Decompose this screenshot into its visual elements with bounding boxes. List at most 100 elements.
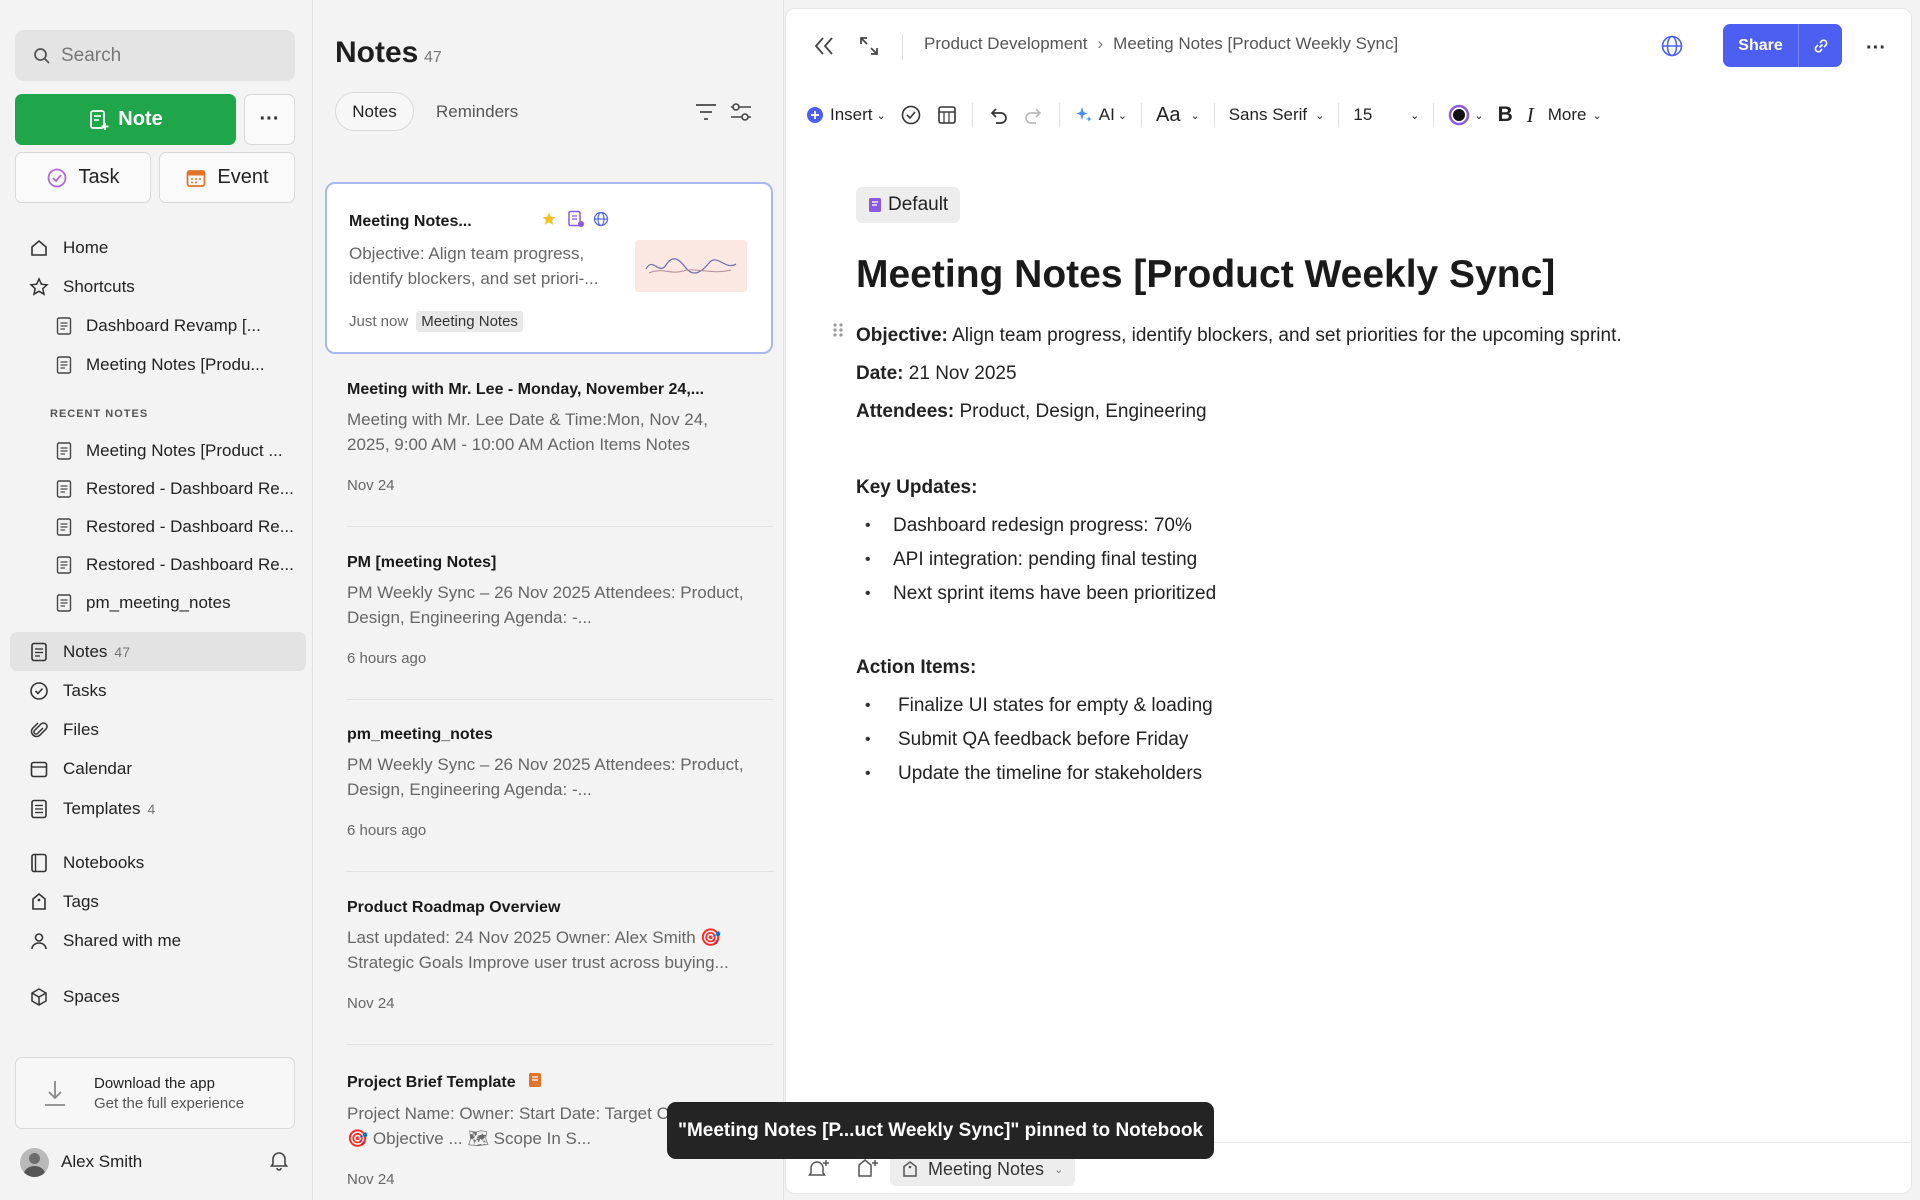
undo-icon[interactable]	[987, 104, 1009, 126]
more-formatting-button[interactable]: More ⌄	[1548, 105, 1602, 125]
new-note-label: Note	[118, 108, 163, 130]
shortcut-item[interactable]: Dashboard Revamp [...	[56, 313, 301, 339]
text-style-button[interactable]: Aa ⌄	[1156, 104, 1200, 127]
filter-icon[interactable]	[694, 100, 718, 129]
note-thumbnail	[635, 240, 747, 292]
objective-line: Objective: Align team progress, identify…	[856, 317, 1856, 355]
globe-icon[interactable]	[1660, 34, 1684, 63]
note-title[interactable]: Meeting Notes [Product Weekly Sync]	[856, 253, 1555, 297]
more-menu-icon[interactable]: ···	[1857, 33, 1895, 63]
bold-icon[interactable]: B	[1498, 103, 1513, 127]
breadcrumb: Product Development › Meeting Notes [Pro…	[924, 34, 1398, 54]
more-options-button[interactable]: ···	[244, 94, 295, 145]
bell-icon[interactable]	[268, 1149, 290, 1176]
divider	[971, 103, 973, 127]
font-family-value: Sans Serif	[1228, 105, 1308, 124]
redo-icon[interactable]	[1023, 104, 1045, 126]
text-color-button[interactable]: ⌄	[1448, 104, 1484, 126]
notebook-icon	[869, 198, 881, 212]
ai-button[interactable]: AI ⌄	[1074, 105, 1127, 125]
check-circle-icon	[28, 680, 50, 702]
nav-tags-label: Tags	[63, 892, 99, 911]
search-input[interactable]: Search	[15, 30, 295, 81]
nav-tags[interactable]: Tags	[28, 889, 99, 915]
globe-icon	[593, 211, 609, 232]
user-account[interactable]: Alex Smith	[20, 1146, 290, 1178]
calendar-outline-icon	[28, 758, 50, 780]
copy-link-button[interactable]	[1798, 24, 1842, 67]
tab-notes[interactable]: Notes	[335, 92, 414, 131]
tab-reminders[interactable]: Reminders	[436, 92, 518, 131]
reminder-add-icon[interactable]	[806, 1157, 830, 1186]
note-card[interactable]: PM [meeting Notes] PM Weekly Sync – 26 N…	[325, 528, 773, 700]
nav-shortcuts-label: Shortcuts	[63, 277, 135, 296]
note-card[interactable]: pm_meeting_notes PM Weekly Sync – 26 Nov…	[325, 700, 773, 872]
note-card-title: Meeting Notes...	[349, 212, 472, 230]
people-icon	[28, 930, 50, 952]
new-event-label: Event	[217, 166, 269, 188]
note-icon	[56, 556, 74, 574]
star-icon	[28, 276, 50, 298]
date-text: 21 Nov 2025	[903, 363, 1017, 384]
nav-spaces[interactable]: Spaces	[28, 984, 120, 1010]
new-event-button[interactable]: Event	[159, 152, 295, 203]
nav-files[interactable]: Files	[28, 717, 99, 743]
nav-shortcuts[interactable]: Shortcuts	[28, 274, 135, 300]
drag-handle-icon[interactable]	[831, 321, 845, 344]
shortcut-item[interactable]: Meeting Notes [Produ...	[56, 352, 301, 378]
note-card[interactable]: Product Roadmap Overview Last updated: 2…	[325, 873, 773, 1045]
nav-notes-label: Notes	[63, 642, 108, 661]
breadcrumb-notebook[interactable]: Product Development	[924, 34, 1087, 54]
chevron-down-icon: ⌄	[1474, 109, 1484, 122]
text-style-icon: Aa	[1156, 103, 1181, 126]
note-card-preview: Objective: Align team progress, identify…	[349, 244, 599, 288]
cube-icon	[28, 986, 50, 1008]
checkbox-icon[interactable]	[900, 104, 922, 126]
italic-icon[interactable]: I	[1527, 103, 1534, 128]
nav-notebooks[interactable]: Notebooks	[28, 850, 144, 876]
font-family-select[interactable]: Sans Serif ⌄	[1229, 105, 1325, 125]
note-icon	[56, 442, 74, 460]
action-items-list: Finalize UI states for empty & loading S…	[856, 689, 1856, 791]
download-app-banner[interactable]: Download the app Get the full experience	[15, 1057, 295, 1129]
note-card-time: Just now	[349, 313, 409, 330]
plus-circle-icon	[807, 107, 823, 123]
avatar	[20, 1147, 49, 1177]
notes-list-title: Notes	[335, 36, 419, 69]
note-card-preview: PM Weekly Sync – 26 Nov 2025 Attendees: …	[347, 755, 744, 799]
breadcrumb-note[interactable]: Meeting Notes [Product Weekly Sync]	[1113, 34, 1398, 54]
view-options-icon[interactable]	[729, 100, 753, 129]
calendar-icon	[187, 169, 206, 187]
table-icon[interactable]	[936, 104, 958, 126]
nav-home[interactable]: Home	[28, 235, 108, 261]
notebook-chip[interactable]: Default	[856, 187, 961, 223]
collapse-panels-icon[interactable]	[812, 35, 836, 62]
recent-note-item[interactable]: Restored - Dashboard Re...	[56, 476, 301, 502]
share-button[interactable]: Share	[1723, 24, 1798, 67]
insert-button[interactable]: Insert ⌄	[806, 105, 886, 125]
chevron-down-icon: ⌄	[1054, 1163, 1064, 1176]
nav-tasks[interactable]: Tasks	[28, 678, 106, 704]
home-icon	[28, 237, 50, 259]
note-card-preview: Meeting with Mr. Lee Date & Time:Mon, No…	[347, 410, 708, 454]
recent-note-label: Meeting Notes [Product ...	[86, 441, 283, 460]
note-card-time: 6 hours ago	[347, 822, 427, 839]
new-note-button[interactable]: Note	[15, 94, 236, 145]
date-label: Date:	[856, 363, 904, 384]
new-task-button[interactable]: Task	[15, 152, 151, 203]
recent-note-item[interactable]: Meeting Notes [Product ...	[56, 438, 301, 464]
note-body[interactable]: Objective: Align team progress, identify…	[856, 317, 1856, 791]
tag-add-icon[interactable]	[855, 1157, 879, 1186]
note-card[interactable]: Meeting with Mr. Lee - Monday, November …	[325, 355, 773, 527]
color-wheel-icon	[1449, 104, 1470, 126]
recent-note-item[interactable]: Restored - Dashboard Re...	[56, 514, 301, 540]
expand-icon[interactable]	[858, 35, 880, 62]
note-card-selected[interactable]: Meeting Notes... Objective: Align team p…	[325, 182, 773, 354]
nav-notes[interactable]: Notes 47	[28, 639, 130, 665]
nav-templates[interactable]: Templates 4	[28, 796, 155, 822]
recent-note-item[interactable]: Restored - Dashboard Re...	[56, 552, 301, 578]
recent-note-item[interactable]: pm_meeting_notes	[56, 590, 301, 616]
nav-calendar[interactable]: Calendar	[28, 756, 132, 782]
font-size-select[interactable]: 15 ⌄	[1353, 105, 1419, 125]
nav-shared[interactable]: Shared with me	[28, 928, 181, 954]
